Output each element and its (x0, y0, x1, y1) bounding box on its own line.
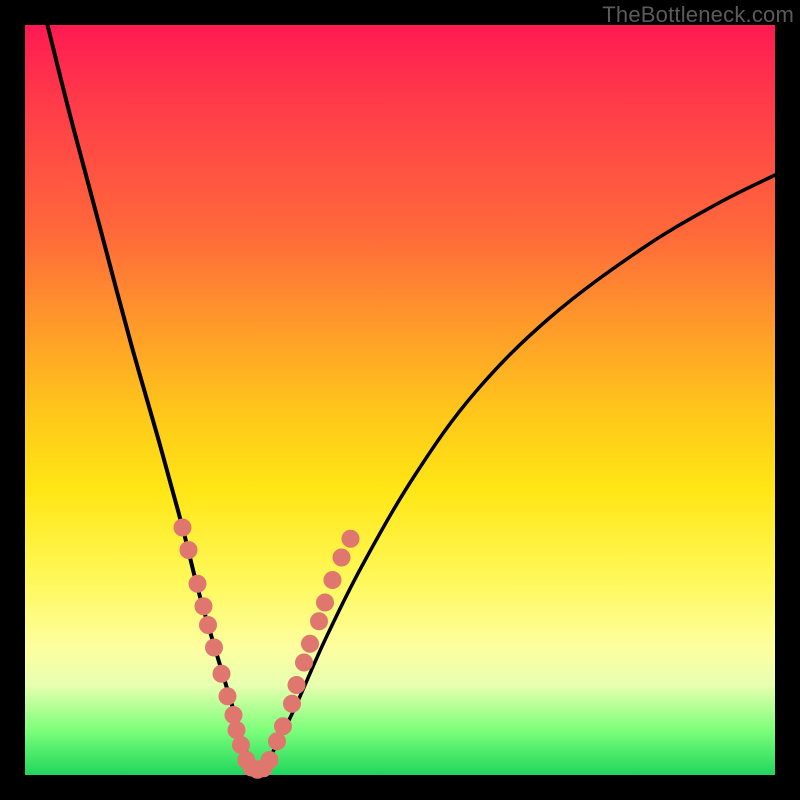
marker-dot (342, 530, 360, 548)
marker-dot (195, 597, 213, 615)
marker-dot (261, 751, 279, 769)
marker-dot (310, 612, 328, 630)
chart-plot-area (25, 25, 775, 775)
marker-dot (288, 676, 306, 694)
left-curve (48, 25, 258, 771)
marker-dot (333, 549, 351, 567)
chart-stage: TheBottleneck.com (0, 0, 800, 800)
marker-dot (225, 706, 243, 724)
marker-dot (301, 635, 319, 653)
right-curve (258, 175, 776, 771)
marker-dot (324, 571, 342, 589)
marker-dot (295, 654, 313, 672)
marker-dot (219, 687, 237, 705)
marker-layer (174, 519, 360, 779)
marker-dot (316, 594, 334, 612)
marker-dot (274, 717, 292, 735)
marker-dot (199, 616, 217, 634)
marker-dot (174, 519, 192, 537)
marker-dot (283, 695, 301, 713)
marker-dot (205, 639, 223, 657)
watermark-text: TheBottleneck.com (602, 2, 794, 28)
marker-dot (180, 541, 198, 559)
chart-svg (25, 25, 775, 775)
marker-dot (213, 665, 231, 683)
marker-dot (189, 575, 207, 593)
